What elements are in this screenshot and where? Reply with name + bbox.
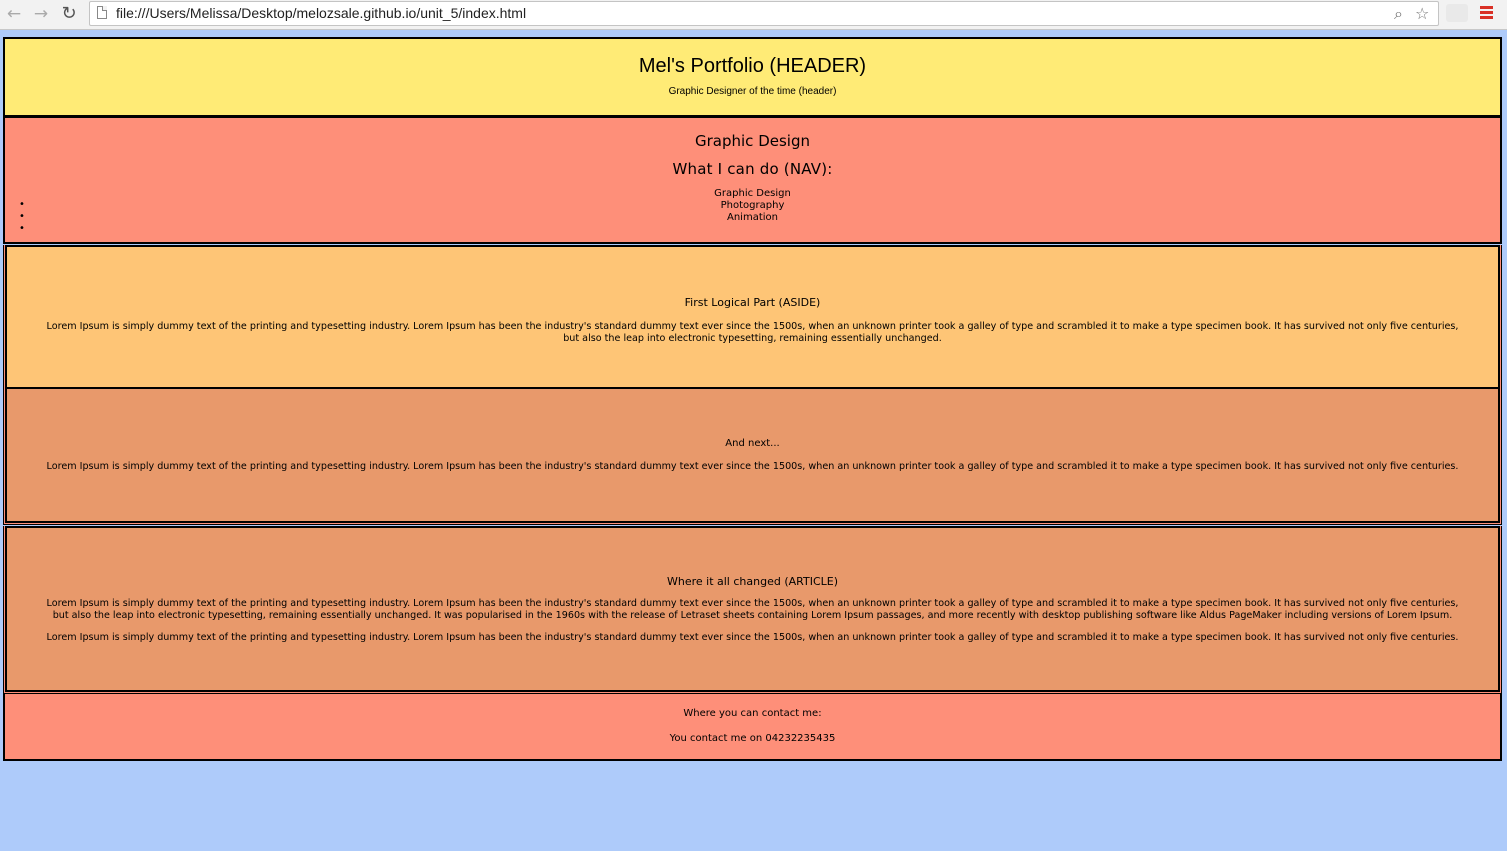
url-text[interactable]: file:///Users/Melissa/Desktop/melozsale.… [116,5,526,21]
extension-icon[interactable] [1446,4,1468,22]
aside-text: Lorem Ipsum is simply dummy text of the … [46,321,1459,344]
article-paragraph-1: Lorem Ipsum is simply dummy text of the … [46,598,1459,621]
address-bar[interactable]: file:///Users/Melissa/Desktop/melozsale.… [89,1,1439,26]
page-title: Mel's Portfolio (HEADER) [638,55,867,77]
bullet-markers: • • • [19,199,25,234]
aside-heading: First Logical Part (ASIDE) [684,296,821,309]
nav-section: Graphic Design What I can do (NAV): • • • … [3,117,1502,244]
footer-section: Where you can contact me: You contact me… [3,694,1502,761]
page-icon [97,6,107,19]
next-text: Lorem Ipsum is simply dummy text of the … [46,461,1459,472]
nav-title: Graphic Design [695,132,810,150]
back-arrow-icon[interactable]: ← [4,4,24,24]
nav-item-animation[interactable]: Animation [5,212,1500,224]
article-heading: Where it all changed (ARTICLE) [666,575,838,588]
footer-contact: You contact me on 04232235435 [669,733,836,744]
menu-icon[interactable] [1480,6,1493,21]
bookmark-star-icon[interactable]: ☆ [1415,4,1429,23]
nav-item-graphic-design[interactable]: Graphic Design [5,188,1500,200]
forward-arrow-icon[interactable]: → [31,4,51,24]
nav-list: Graphic Design Photography Animation [5,188,1500,224]
footer-heading: Where you can contact me: [683,708,822,719]
nav-subtitle: What I can do (NAV): [672,160,833,178]
content-wrapper: First Logical Part (ASIDE) Lorem Ipsum i… [3,245,1502,525]
aside-section: First Logical Part (ASIDE) Lorem Ipsum i… [5,245,1500,389]
page-content: Mel's Portfolio (HEADER) Graphic Designe… [3,37,1502,761]
zoom-icon[interactable]: ⌕ [1394,4,1403,24]
page-subtitle: Graphic Designer of the time (header) [668,86,837,97]
nav-item-photography[interactable]: Photography [5,200,1500,212]
article-section: Where it all changed (ARTICLE) Lorem Ips… [5,526,1500,692]
reload-icon[interactable]: ↻ [59,4,79,24]
article-wrapper: Where it all changed (ARTICLE) Lorem Ips… [3,526,1502,694]
next-heading: And next... [725,438,780,449]
next-section: And next... Lorem Ipsum is simply dummy … [5,389,1500,523]
browser-toolbar: ← → ↻ file:///Users/Melissa/Desktop/melo… [0,0,1507,30]
article-paragraph-2: Lorem Ipsum is simply dummy text of the … [46,632,1459,643]
header-section: Mel's Portfolio (HEADER) Graphic Designe… [3,37,1502,117]
